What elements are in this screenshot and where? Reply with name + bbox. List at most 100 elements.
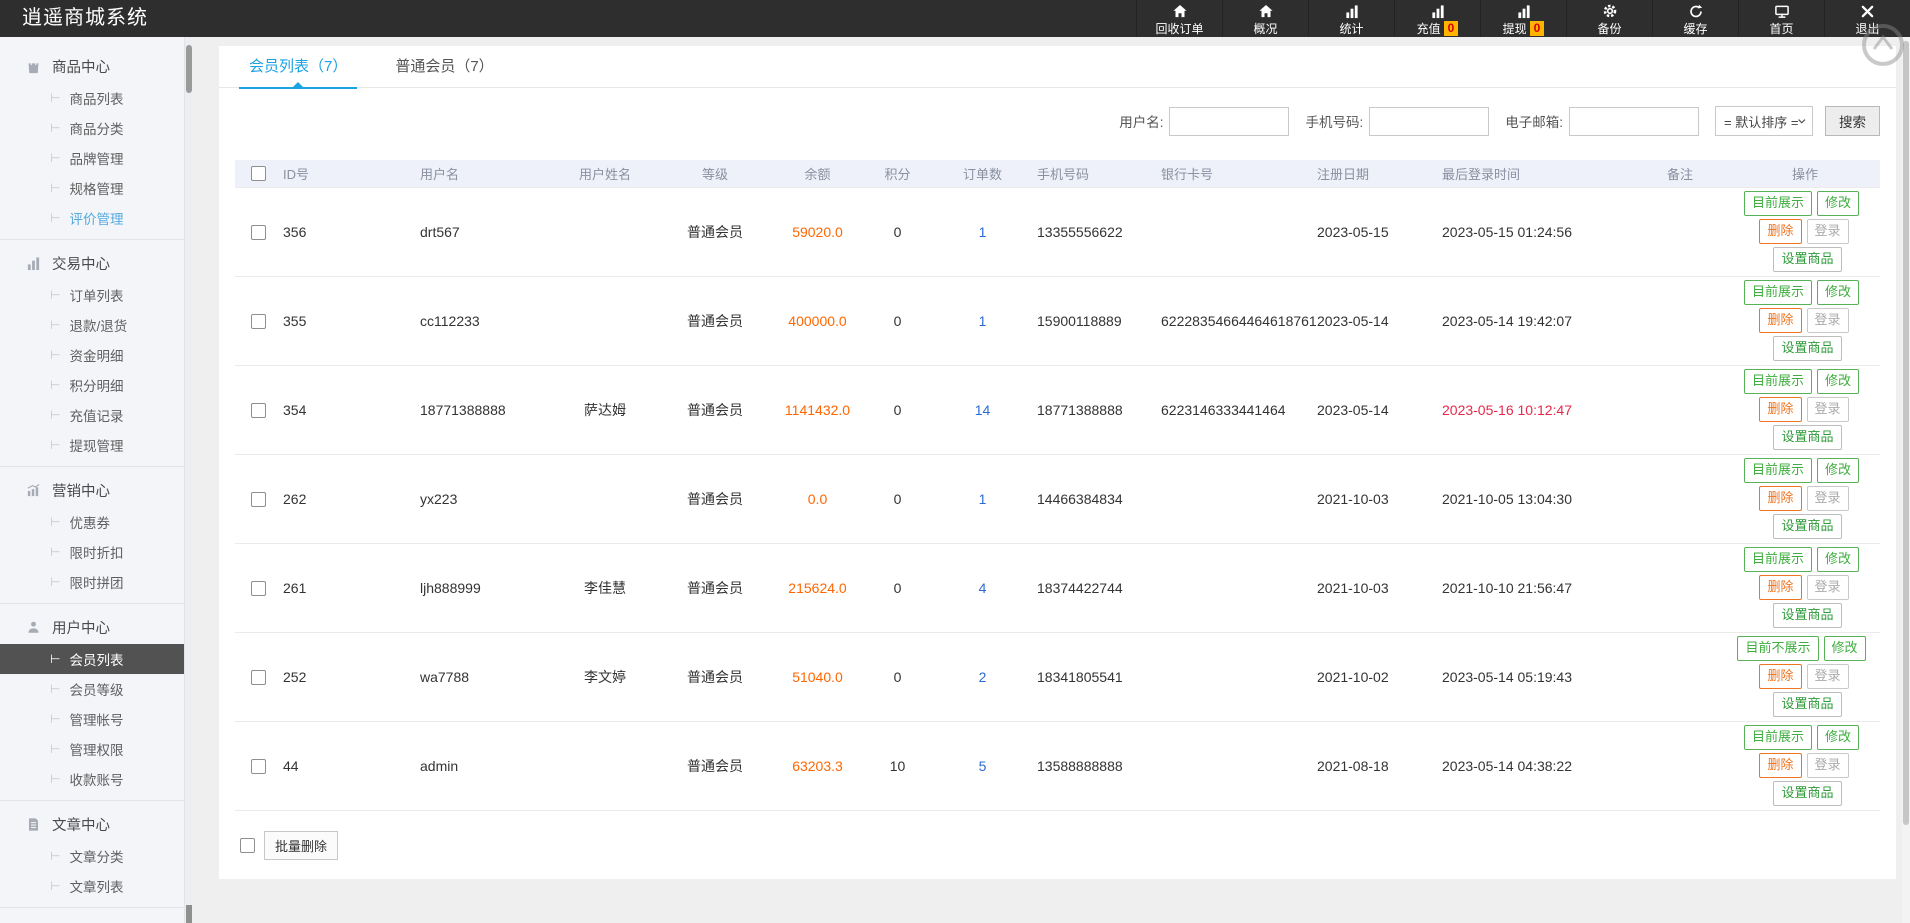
email-input[interactable] xyxy=(1569,106,1699,136)
show-status-button[interactable]: 目前展示 xyxy=(1743,725,1812,751)
tab-member-list[interactable]: 会员列表（7） xyxy=(239,46,358,89)
login-button[interactable]: 登录 xyxy=(1806,308,1849,333)
topnav-backup[interactable]: 备份 xyxy=(1566,0,1652,37)
topnav-overview[interactable]: 概况 xyxy=(1222,0,1308,37)
set-goods-button[interactable]: 设置商品 xyxy=(1773,602,1842,628)
sidebar-group-trade[interactable]: 交易中心 xyxy=(0,246,184,280)
topnav-recharge[interactable]: 充值 0 xyxy=(1394,0,1480,37)
row-checkbox[interactable] xyxy=(250,402,266,418)
cell-note xyxy=(1630,632,1730,721)
login-button[interactable]: 登录 xyxy=(1806,753,1849,778)
sidebar-item-refund[interactable]: ⊢ 退款/退货 xyxy=(0,310,184,340)
topnav-statistics[interactable]: 统计 xyxy=(1308,0,1394,37)
login-button[interactable]: 登录 xyxy=(1806,219,1849,244)
topnav-recycle-orders[interactable]: 回收订单 xyxy=(1136,0,1222,37)
topnav-cache[interactable]: 缓存 xyxy=(1652,0,1738,37)
sort-select[interactable]: = 默认排序 = xyxy=(1715,106,1813,136)
sidebar-item-group-buy[interactable]: ⊢ 限时拼团 xyxy=(0,567,184,597)
sidebar-group-goods[interactable]: 商品中心 xyxy=(0,49,184,83)
row-checkbox[interactable] xyxy=(250,313,266,329)
delete-button[interactable]: 删除 xyxy=(1759,308,1802,333)
cell-orders-link[interactable]: 14 xyxy=(940,365,1025,454)
sidebar-item-article-list[interactable]: ⊢ 文章列表 xyxy=(0,871,184,901)
sidebar-item-coupons[interactable]: ⊢ 优惠券 xyxy=(0,507,184,537)
sidebar-group-articles[interactable]: 文章中心 xyxy=(0,807,184,841)
row-checkbox[interactable] xyxy=(250,758,266,774)
show-status-button[interactable]: 目前展示 xyxy=(1743,458,1812,484)
show-status-button[interactable]: 目前展示 xyxy=(1743,547,1812,573)
topnav-label: 备份 xyxy=(1597,22,1622,36)
show-status-button[interactable]: 目前展示 xyxy=(1743,191,1812,217)
sidebar-item-points-detail[interactable]: ⊢ 积分明细 xyxy=(0,370,184,400)
sidebar-item-admin-permissions[interactable]: ⊢ 管理权限 xyxy=(0,734,184,764)
show-status-button[interactable]: 目前展示 xyxy=(1743,369,1812,395)
delete-button[interactable]: 删除 xyxy=(1759,753,1802,778)
sidebar-item-review-manage[interactable]: ⊢ 评价管理 xyxy=(0,203,184,233)
set-goods-button[interactable]: 设置商品 xyxy=(1773,424,1842,450)
row-checkbox[interactable] xyxy=(250,580,266,596)
set-goods-button[interactable]: 设置商品 xyxy=(1773,513,1842,539)
sidebar-item-spec-manage[interactable]: ⊢ 规格管理 xyxy=(0,173,184,203)
edit-button[interactable]: 修改 xyxy=(1817,369,1860,395)
show-status-button[interactable]: 目前展示 xyxy=(1743,280,1812,306)
sidebar-item-goods-category[interactable]: ⊢ 商品分类 xyxy=(0,113,184,143)
row-checkbox[interactable] xyxy=(250,491,266,507)
row-checkbox[interactable] xyxy=(250,224,266,240)
sidebar-item-article-category[interactable]: ⊢ 文章分类 xyxy=(0,841,184,871)
set-goods-button[interactable]: 设置商品 xyxy=(1773,246,1842,272)
cell-orders-link[interactable]: 1 xyxy=(940,187,1025,276)
tab-normal-members[interactable]: 普通会员（7） xyxy=(385,46,503,88)
sidebar-item-goods-list[interactable]: ⊢ 商品列表 xyxy=(0,83,184,113)
sidebar-item-withdraw-manage[interactable]: ⊢ 提现管理 xyxy=(0,430,184,460)
sidebar-item-member-list[interactable]: ⊢ 会员列表 xyxy=(0,644,184,674)
login-button[interactable]: 登录 xyxy=(1806,486,1849,511)
sidebar-item-member-level[interactable]: ⊢ 会员等级 xyxy=(0,674,184,704)
sidebar-scrollbar[interactable] xyxy=(184,37,192,923)
set-goods-button[interactable]: 设置商品 xyxy=(1773,335,1842,361)
edit-button[interactable]: 修改 xyxy=(1817,725,1860,751)
delete-button[interactable]: 删除 xyxy=(1759,664,1802,689)
set-goods-button[interactable]: 设置商品 xyxy=(1773,691,1842,717)
login-button[interactable]: 登录 xyxy=(1806,397,1849,422)
window-scrollbar-thumb[interactable] xyxy=(1903,41,1909,825)
sidebar-group-marketing[interactable]: 营销中心 xyxy=(0,473,184,507)
delete-button[interactable]: 删除 xyxy=(1759,219,1802,244)
login-button[interactable]: 登录 xyxy=(1806,664,1849,689)
window-scrollbar[interactable] xyxy=(1902,37,1910,923)
phone-input[interactable] xyxy=(1369,106,1490,136)
phone-label: 手机号码: xyxy=(1305,115,1364,130)
topnav-withdraw[interactable]: 提现 0 xyxy=(1480,0,1566,37)
delete-button[interactable]: 删除 xyxy=(1759,486,1802,511)
bulk-delete-button[interactable]: 批量删除 xyxy=(264,830,339,860)
cell-orders-link[interactable]: 4 xyxy=(940,543,1025,632)
login-button[interactable]: 登录 xyxy=(1806,575,1849,600)
sidebar-item-flash-discount[interactable]: ⊢ 限时折扣 xyxy=(0,537,184,567)
delete-button[interactable]: 删除 xyxy=(1759,575,1802,600)
show-status-button[interactable]: 目前不展示 xyxy=(1737,636,1819,662)
edit-button[interactable]: 修改 xyxy=(1817,547,1860,573)
edit-button[interactable]: 修改 xyxy=(1823,636,1866,662)
sidebar-item-order-list[interactable]: ⊢ 订单列表 xyxy=(0,280,184,310)
search-button[interactable]: 搜索 xyxy=(1825,106,1880,136)
sidebar-item-payment-accounts[interactable]: ⊢ 收款账号 xyxy=(0,764,184,794)
cell-orders-link[interactable]: 2 xyxy=(940,632,1025,721)
edit-button[interactable]: 修改 xyxy=(1817,458,1860,484)
row-checkbox[interactable] xyxy=(250,669,266,685)
cell-orders-link[interactable]: 5 xyxy=(940,721,1025,810)
username-input[interactable] xyxy=(1169,106,1290,136)
sidebar-group-users[interactable]: 用户中心 xyxy=(0,610,184,644)
sidebar-item-brand-manage[interactable]: ⊢ 品牌管理 xyxy=(0,143,184,173)
cell-points: 0 xyxy=(893,312,902,329)
topnav-homepage[interactable]: 首页 xyxy=(1738,0,1824,37)
cell-orders-link[interactable]: 1 xyxy=(940,454,1025,543)
sidebar-item-funds-detail[interactable]: ⊢ 资金明细 xyxy=(0,340,184,370)
bulk-select-checkbox[interactable] xyxy=(240,837,255,853)
sidebar-item-admin-accounts[interactable]: ⊢ 管理帐号 xyxy=(0,704,184,734)
edit-button[interactable]: 修改 xyxy=(1817,280,1860,306)
select-all-checkbox[interactable] xyxy=(250,166,266,182)
cell-orders-link[interactable]: 1 xyxy=(940,276,1025,365)
delete-button[interactable]: 删除 xyxy=(1759,397,1802,422)
edit-button[interactable]: 修改 xyxy=(1817,191,1860,217)
sidebar-item-recharge-records[interactable]: ⊢ 充值记录 xyxy=(0,400,184,430)
set-goods-button[interactable]: 设置商品 xyxy=(1773,780,1842,806)
